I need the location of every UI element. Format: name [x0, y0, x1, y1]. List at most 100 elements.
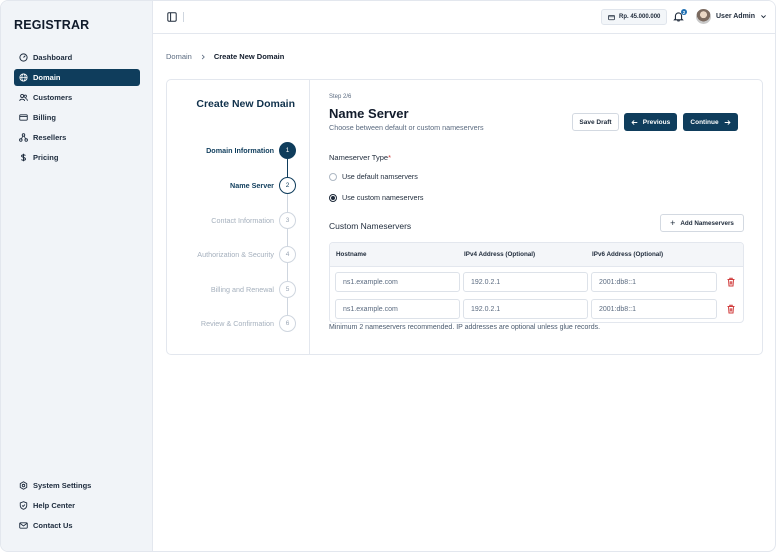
topbar: Rp. 45.000.000 2 User Admin: [153, 1, 775, 34]
radio-label: Use default namservers: [342, 172, 418, 181]
sidebar-toggle-icon[interactable]: [167, 12, 177, 22]
balance-badge[interactable]: Rp. 45.000.000: [601, 9, 668, 25]
brand-logo: REGISTRAR: [14, 18, 90, 32]
step-domain-information[interactable]: Domain Information 1: [206, 142, 296, 159]
notification-badge: 2: [681, 9, 687, 15]
user-name: User Admin: [716, 13, 756, 20]
network-icon: [19, 133, 28, 142]
dashboard-icon: [19, 53, 28, 62]
sidebar-item-label: Customers: [33, 93, 73, 102]
chevron-right-icon: [201, 54, 205, 59]
sidebar-item-domain[interactable]: Domain: [14, 69, 140, 86]
nameservers-table: Hostname IPv4 Address (Optional) IPv6 Ad…: [329, 242, 744, 323]
arrow-left-icon: [631, 119, 638, 125]
column-header-ipv6: IPv6 Address (Optional): [592, 251, 664, 258]
step-label: Domain Information: [206, 146, 274, 155]
save-draft-button[interactable]: Save Draft: [572, 113, 619, 131]
nameserver-type-label: Nameserver Type*: [329, 153, 391, 162]
sidebar-item-label: Resellers: [33, 133, 67, 142]
step-contact-information[interactable]: Contact Information 3: [211, 212, 296, 229]
step-authorization-security[interactable]: Authorization & Security 4: [197, 246, 296, 263]
users-icon: [19, 93, 28, 102]
topbar-divider: [183, 12, 184, 22]
gear-icon: [19, 481, 28, 490]
required-mark: *: [388, 153, 391, 162]
previous-button-label: Previous: [642, 118, 671, 126]
hostname-input[interactable]: ns1.example.com: [335, 272, 460, 292]
balance-amount: Rp. 45.000.000: [619, 14, 661, 20]
step-connector: [287, 263, 288, 281]
step-billing-renewal[interactable]: Billing and Renewal 5: [211, 281, 296, 298]
trash-icon[interactable]: [726, 304, 736, 314]
step-connector: [287, 194, 288, 212]
sidebar-item-label: System Settings: [33, 481, 92, 490]
custom-nameservers-title: Custom Nameservers: [329, 221, 412, 231]
shield-help-icon: [19, 501, 28, 510]
user-menu[interactable]: User Admin: [696, 9, 767, 24]
mail-icon: [19, 521, 28, 530]
sidebar-item-label: Pricing: [33, 153, 59, 162]
breadcrumb-current: Create New Domain: [213, 52, 285, 61]
ipv6-input[interactable]: 2001:db8::1: [591, 299, 717, 319]
globe-icon: [19, 73, 28, 82]
sidebar-item-system-settings[interactable]: System Settings: [14, 477, 140, 494]
radio-button-checked[interactable]: [329, 193, 337, 202]
continue-button-label: Continue: [690, 118, 719, 126]
step-connector: [287, 298, 288, 316]
ipv4-input[interactable]: 192.0.2.1: [463, 299, 588, 319]
step-number: 3: [279, 212, 296, 229]
sidebar-item-help-center[interactable]: Help Center: [14, 497, 140, 514]
sidebar-item-pricing[interactable]: Pricing: [14, 149, 140, 166]
radio-default-nameservers[interactable]: Use default namservers: [329, 172, 418, 181]
step-label: Authorization & Security: [197, 250, 274, 259]
avatar: [696, 9, 711, 24]
sidebar-item-contact-us[interactable]: Contact Us: [14, 517, 140, 534]
nameserver-hint: Minimum 2 nameservers recommended. IP ad…: [329, 324, 601, 331]
sidebar-item-dashboard[interactable]: Dashboard: [14, 49, 140, 66]
sidebar-item-label: Help Center: [33, 501, 76, 510]
continue-button[interactable]: Continue: [683, 113, 738, 131]
column-header-hostname: Hostname: [336, 251, 367, 258]
sidebar: REGISTRAR Dashboard Domain Customers Bil…: [1, 1, 153, 551]
ipv4-input[interactable]: 192.0.2.1: [463, 272, 588, 292]
sidebar-nav: Dashboard Domain Customers Billing Resel…: [14, 49, 140, 169]
sidebar-item-billing[interactable]: Billing: [14, 109, 140, 126]
ipv6-input[interactable]: 2001:db8::1: [591, 272, 717, 292]
card-icon: [19, 113, 28, 122]
previous-button[interactable]: Previous: [624, 113, 677, 131]
breadcrumb: Domain Create New Domain: [166, 52, 284, 61]
sidebar-item-label: Domain: [33, 73, 61, 82]
sidebar-item-label: Contact Us: [33, 521, 73, 530]
step-label: Billing and Renewal: [210, 285, 274, 294]
table-header: Hostname IPv4 Address (Optional) IPv6 Ad…: [330, 243, 743, 267]
table-row: ns1.example.com 192.0.2.1 2001:db8::1: [330, 299, 743, 321]
sidebar-bottom-nav: System Settings Help Center Contact Us: [14, 477, 140, 537]
step-label: Review & Confirmation: [200, 319, 274, 328]
radio-custom-nameservers[interactable]: Use custom nameservers: [329, 193, 423, 202]
add-nameservers-label: Add Nameservers: [680, 219, 734, 227]
sidebar-item-resellers[interactable]: Resellers: [14, 129, 140, 146]
step-label: Name Server: [230, 181, 274, 190]
hostname-input[interactable]: ns1.example.com: [335, 299, 460, 319]
form-subtitle: Choose between default or custom nameser…: [329, 123, 484, 132]
nameserver-type-text: Nameserver Type: [329, 153, 389, 162]
name-server-form: Step 2/6 Name Server Choose between defa…: [329, 80, 745, 354]
step-number: 5: [279, 281, 296, 298]
step-number: 2: [279, 177, 296, 194]
sidebar-item-customers[interactable]: Customers: [14, 89, 140, 106]
step-review-confirmation[interactable]: Review & Confirmation 6: [201, 315, 296, 332]
chevron-down-icon: [761, 15, 766, 19]
step-label: Contact Information: [211, 216, 274, 225]
radio-label: Use custom nameservers: [342, 193, 424, 202]
stepper-title: Create New Domain: [196, 98, 295, 110]
step-number: 6: [279, 315, 296, 332]
step-name-server[interactable]: Name Server 2: [230, 177, 296, 194]
trash-icon[interactable]: [726, 277, 736, 287]
radio-button[interactable]: [329, 172, 337, 181]
column-header-ipv4: IPv4 Address (Optional): [464, 251, 536, 258]
dollar-icon: [19, 153, 28, 162]
plus-icon: +: [670, 218, 676, 228]
breadcrumb-domain-link[interactable]: Domain: [166, 52, 192, 61]
wallet-icon: [608, 14, 615, 20]
add-nameservers-button[interactable]: + Add Nameservers: [660, 214, 744, 232]
